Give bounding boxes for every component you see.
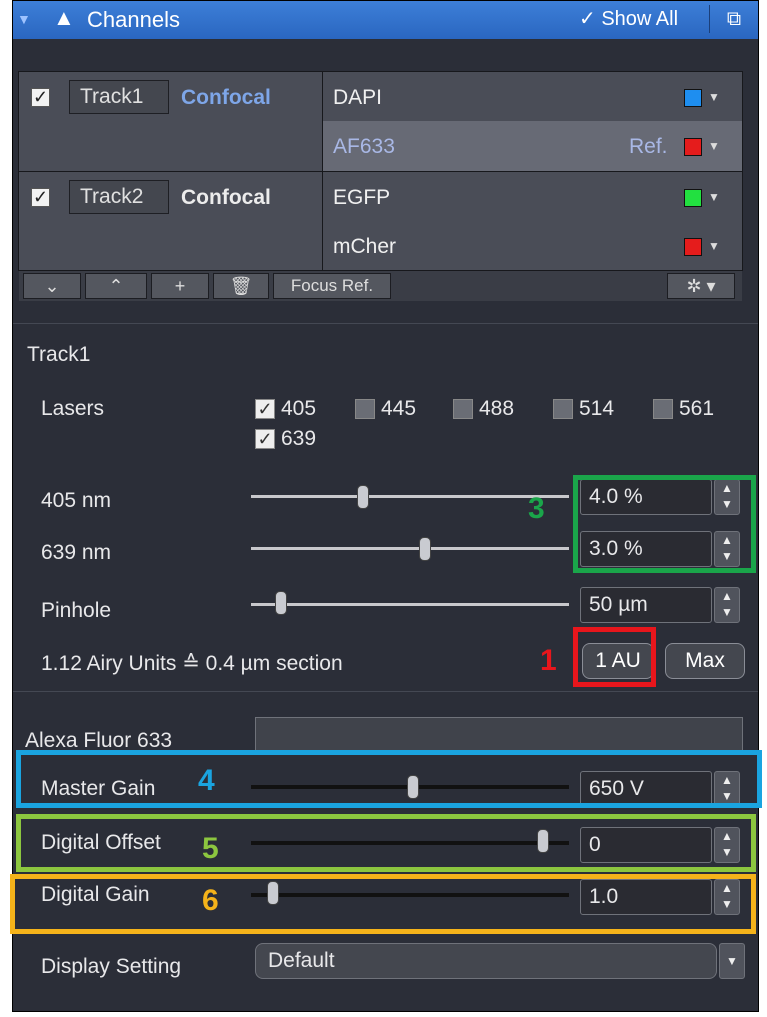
- channel-color-swatch[interactable]: [684, 89, 702, 107]
- laser-405-checkbox[interactable]: ✓: [255, 399, 275, 419]
- annotation-box-3: [573, 475, 756, 573]
- add-track-button[interactable]: +: [151, 273, 209, 299]
- track-row-2[interactable]: ✓ Track2 Confocal: [19, 171, 322, 271]
- delete-track-button[interactable]: 🗑: [213, 273, 269, 299]
- channel-name: mCher: [333, 235, 397, 258]
- collapse-triangle-icon[interactable]: ▼: [17, 11, 31, 27]
- laser-405-label: 405: [281, 397, 317, 420]
- chevron-down-icon[interactable]: ▼: [708, 239, 720, 253]
- laser-445-checkbox[interactable]: [355, 399, 375, 419]
- plus-icon: +: [174, 276, 186, 296]
- laser-639-label: 639: [281, 427, 317, 450]
- track2-name-field[interactable]: Track2: [69, 180, 169, 214]
- laser-639-slider-track[interactable]: [251, 547, 569, 550]
- channel-name: DAPI: [333, 86, 383, 109]
- gear-icon: ✲ ▾: [686, 276, 716, 296]
- pinhole-slider-track[interactable]: [251, 603, 569, 606]
- laser-488-label: 488: [479, 397, 515, 420]
- tracks-toolbar: ⌄ ⌃ + 🗑 Focus Ref. ✲ ▾: [19, 270, 742, 301]
- section-divider: [13, 691, 758, 692]
- laser-639-checkbox[interactable]: ✓: [255, 429, 275, 449]
- chevron-down-icon[interactable]: ▼: [708, 139, 720, 153]
- channel-color-swatch[interactable]: [684, 138, 702, 156]
- annotation-number-3: 3: [528, 492, 545, 525]
- channels-icon: ▲: [53, 5, 75, 30]
- chevron-down-icon[interactable]: ▼: [708, 190, 720, 204]
- pinhole-label: Pinhole: [41, 599, 112, 622]
- move-up-button[interactable]: ⌃: [85, 273, 147, 299]
- header-divider: [709, 5, 710, 33]
- annotation-number-5: 5: [202, 832, 219, 865]
- chevron-down-icon[interactable]: ▼: [708, 90, 720, 104]
- display-setting-select[interactable]: Default: [255, 943, 717, 979]
- max-button[interactable]: Max: [665, 643, 745, 679]
- track1-name-field[interactable]: Track1: [69, 80, 169, 114]
- track1-mode: Confocal: [181, 86, 271, 109]
- laser-445-label: 445: [381, 397, 417, 420]
- show-all-toggle[interactable]: ✓ Show All: [579, 3, 705, 35]
- reference-label: Ref.: [629, 135, 668, 158]
- track-settings-button[interactable]: ✲ ▾: [667, 273, 735, 299]
- annotation-box-6: [10, 874, 756, 934]
- pop-out-icon[interactable]: ⧉: [721, 5, 747, 33]
- chevron-up-icon: ⌃: [108, 276, 124, 296]
- section-divider: [13, 323, 758, 324]
- annotation-number-4: 4: [198, 764, 215, 797]
- track2-checkbox[interactable]: ✓: [31, 188, 50, 207]
- chevron-down-icon: ⌄: [44, 276, 60, 296]
- display-setting-label: Display Setting: [41, 955, 182, 978]
- panel-title: Channels: [87, 7, 180, 32]
- channel-row[interactable]: EGFP ▼: [323, 171, 742, 222]
- airy-units-text: 1.12 Airy Units ≙ 0.4 µm section: [41, 652, 343, 675]
- laser-405-label: 405 nm: [41, 489, 112, 512]
- pinhole-slider-handle[interactable]: [275, 591, 287, 615]
- laser-405-slider-track[interactable]: [251, 495, 569, 498]
- annotation-number-6: 6: [202, 884, 219, 917]
- laser-405-slider-handle[interactable]: [357, 485, 369, 509]
- track2-mode: Confocal: [181, 186, 271, 209]
- channel-row[interactable]: DAPI ▼: [323, 72, 742, 122]
- pinhole-input[interactable]: 50 µm: [580, 587, 712, 623]
- pinhole-spinner[interactable]: ▲ ▼: [714, 587, 740, 623]
- laser-514-label: 514: [579, 397, 615, 420]
- track-detail-title: Track1: [27, 343, 91, 366]
- tracks-table: ✓ Track1 Confocal DAPI ▼ AF633 Ref. ▼ ✓ …: [18, 71, 743, 301]
- laser-639-slider-handle[interactable]: [419, 537, 431, 561]
- channel-row-selected[interactable]: AF633 Ref. ▼: [323, 121, 742, 171]
- channel-color-swatch[interactable]: [684, 238, 702, 256]
- annotation-number-1: 1: [540, 644, 557, 677]
- channel-color-swatch[interactable]: [684, 189, 702, 207]
- annotation-box-1: [573, 627, 656, 687]
- focus-ref-button[interactable]: Focus Ref.: [273, 273, 391, 299]
- laser-639-label: 639 nm: [41, 541, 112, 564]
- laser-561-checkbox[interactable]: [653, 399, 673, 419]
- channels-header[interactable]: ▼ ▲ Channels ✓ Show All ⧉: [13, 1, 758, 39]
- chevron-down-icon[interactable]: ▼: [719, 943, 745, 979]
- lasers-label: Lasers: [41, 397, 105, 420]
- channel-name: AF633: [333, 135, 395, 158]
- annotation-box-4: [16, 750, 762, 808]
- channel-row[interactable]: mCher ▼: [323, 221, 742, 271]
- channel-name: EGFP: [333, 186, 391, 209]
- laser-488-checkbox[interactable]: [453, 399, 473, 419]
- laser-514-checkbox[interactable]: [553, 399, 573, 419]
- move-down-button[interactable]: ⌄: [23, 273, 81, 299]
- laser-561-label: 561: [679, 397, 715, 420]
- annotation-box-5: [16, 814, 756, 872]
- track-row-1[interactable]: ✓ Track1 Confocal: [19, 72, 322, 170]
- trash-icon: 🗑: [229, 276, 253, 296]
- track1-checkbox[interactable]: ✓: [31, 88, 50, 107]
